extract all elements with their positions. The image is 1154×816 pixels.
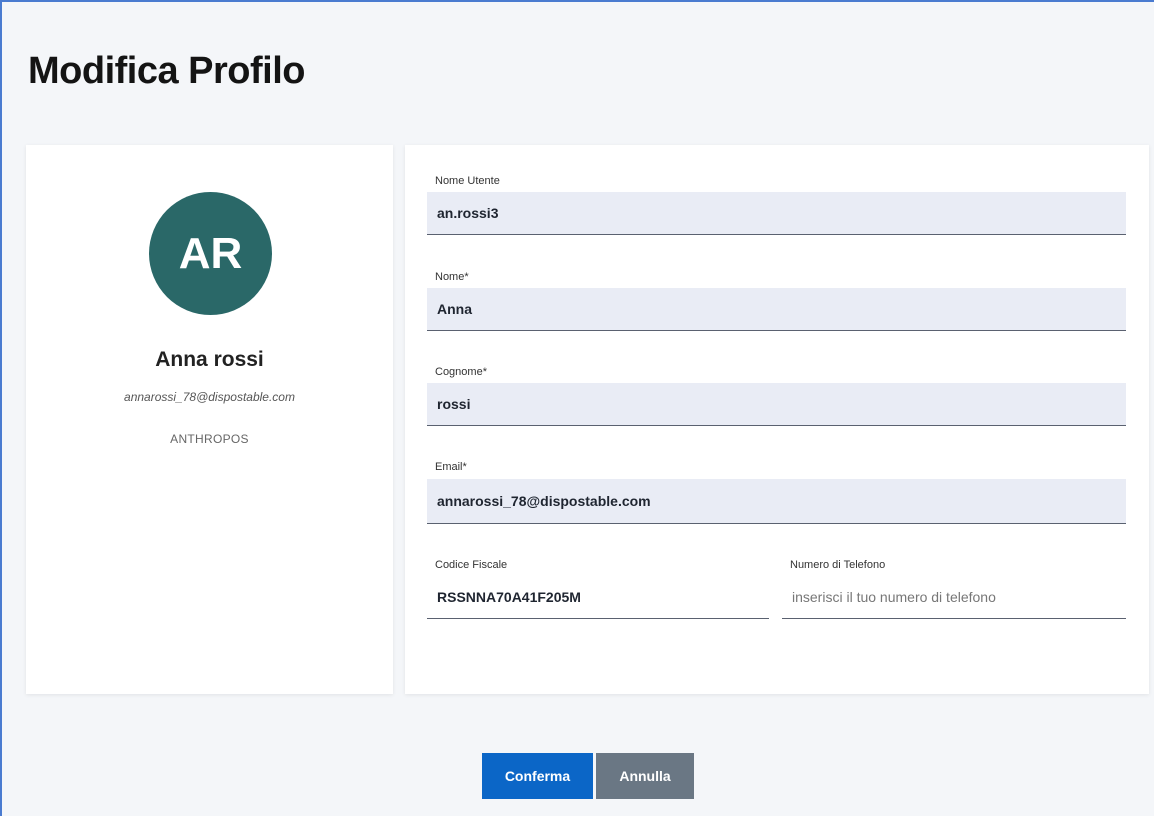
email-input[interactable] bbox=[427, 479, 1126, 524]
phone-label: Numero di Telefono bbox=[790, 559, 886, 571]
profile-email: annarossi_78@dispostable.com bbox=[124, 390, 295, 404]
profile-name: Anna rossi bbox=[155, 348, 264, 371]
first-name-label: Nome* bbox=[435, 271, 469, 283]
tax-code-label: Codice Fiscale bbox=[435, 559, 508, 571]
first-name-field-group: Nome* bbox=[427, 268, 1126, 332]
tax-code-input[interactable] bbox=[427, 576, 769, 619]
profile-organization: ANTHROPOS bbox=[170, 432, 249, 446]
avatar: AR bbox=[149, 192, 272, 315]
cancel-button[interactable]: Annulla bbox=[596, 753, 694, 799]
profile-card: AR Anna rossi annarossi_78@dispostable.c… bbox=[26, 145, 393, 694]
username-field-group: Nome Utente bbox=[427, 172, 1126, 236]
phone-field-group: Numero di Telefono bbox=[782, 556, 1126, 619]
email-field-group: Email* bbox=[427, 458, 1126, 524]
page-title: Modifica Profilo bbox=[28, 50, 306, 92]
last-name-input[interactable] bbox=[427, 383, 1126, 426]
phone-input[interactable] bbox=[782, 576, 1126, 619]
username-input[interactable] bbox=[427, 192, 1126, 235]
tax-code-field-group: Codice Fiscale bbox=[427, 556, 769, 619]
last-name-label: Cognome* bbox=[435, 366, 487, 378]
username-label: Nome Utente bbox=[435, 175, 500, 187]
last-name-field-group: Cognome* bbox=[427, 363, 1126, 427]
first-name-input[interactable] bbox=[427, 288, 1126, 331]
profile-form-card: Nome Utente Nome* Cognome* Email* Codice… bbox=[405, 145, 1149, 694]
email-label: Email* bbox=[435, 461, 467, 473]
page-frame: Modifica Profilo AR Anna rossi annarossi… bbox=[0, 0, 1154, 816]
confirm-button[interactable]: Conferma bbox=[482, 753, 593, 799]
